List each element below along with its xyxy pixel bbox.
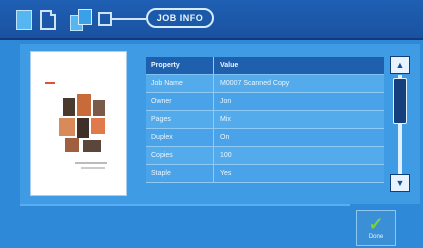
row-value: Jon — [220, 98, 232, 105]
step-connector — [112, 18, 146, 20]
combine-documents-icon[interactable] — [70, 9, 92, 31]
scrollbar-thumb[interactable] — [393, 78, 407, 124]
done-button[interactable]: ✓ Done — [356, 210, 396, 246]
table-row[interactable]: Staple Yes — [146, 165, 384, 183]
row-property: Owner — [146, 93, 214, 110]
panel-divider — [20, 204, 350, 206]
table-row[interactable]: Owner Jon — [146, 93, 384, 111]
down-arrow-icon: ▼ — [395, 178, 405, 188]
row-value: 100 — [220, 152, 232, 159]
row-property: Job Name — [146, 75, 214, 92]
row-property: Duplex — [146, 129, 214, 146]
checkmark-icon: ✓ — [368, 214, 384, 234]
scroll-up-button[interactable]: ▲ — [390, 56, 410, 74]
document-icon[interactable] — [16, 10, 32, 30]
up-arrow-icon: ▲ — [395, 60, 405, 70]
row-value: Mix — [220, 116, 231, 123]
table-row[interactable]: Copies 100 — [146, 147, 384, 165]
thumbnail-caption — [81, 167, 105, 169]
scroll-down-button[interactable]: ▼ — [390, 174, 410, 192]
top-bar: JOB INFO — [0, 0, 423, 40]
table-row[interactable]: Pages Mix — [146, 111, 384, 129]
row-property: Copies — [146, 147, 214, 164]
row-property: Staple — [146, 165, 214, 182]
thumbnail-caption — [75, 162, 107, 164]
row-value: On — [220, 134, 230, 141]
blank-document-icon[interactable] — [40, 10, 56, 30]
thumbnail-art — [59, 94, 107, 156]
done-button-label: Done — [368, 234, 384, 240]
row-value: M0007 Scanned Copy — [220, 80, 290, 87]
table-row[interactable]: Job Name M0007 Scanned Copy — [146, 75, 384, 93]
row-property: Pages — [146, 111, 214, 128]
box-icon[interactable] — [98, 12, 112, 26]
thumbnail-accent — [45, 82, 55, 84]
column-header-value: Value — [220, 62, 239, 69]
tab-job-info[interactable]: JOB INFO — [146, 8, 214, 28]
table-header: Property Value — [146, 57, 384, 75]
row-value: Yes — [220, 170, 232, 177]
table-row[interactable]: Duplex On — [146, 129, 384, 147]
job-info-table: Property Value Job Name M0007 Scanned Co… — [146, 57, 384, 183]
column-header-property: Property — [146, 57, 214, 74]
page-thumbnail[interactable] — [31, 52, 126, 195]
